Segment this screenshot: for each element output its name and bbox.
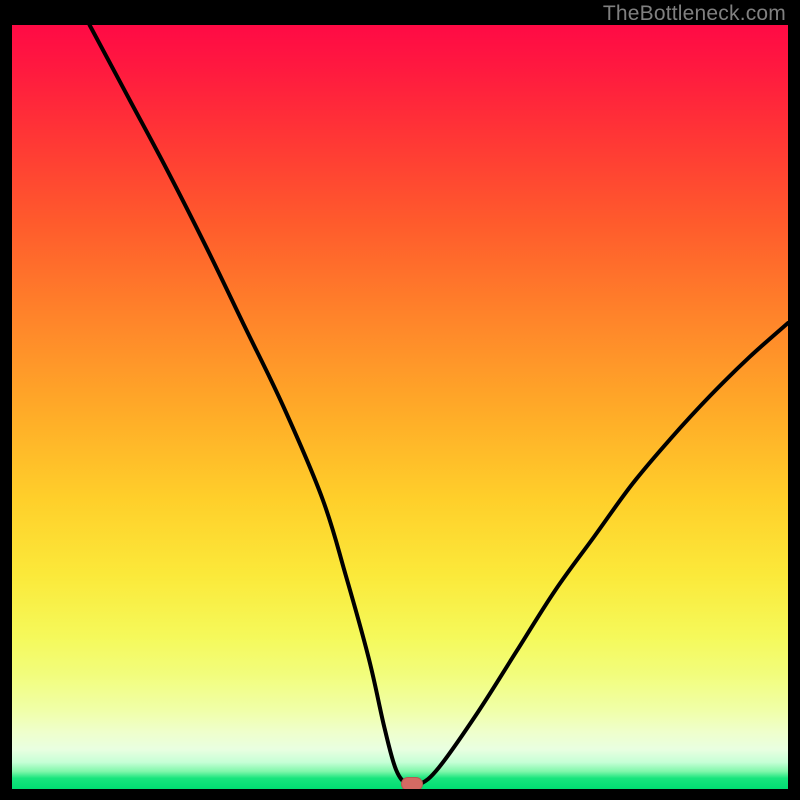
stage: TheBottleneck.com <box>0 0 800 800</box>
plot-frame <box>12 25 788 789</box>
minimum-marker <box>401 777 423 789</box>
bottleneck-curve <box>12 25 788 789</box>
watermark-text: TheBottleneck.com <box>603 2 786 26</box>
curve-path <box>90 25 788 787</box>
plot-area <box>12 25 788 789</box>
